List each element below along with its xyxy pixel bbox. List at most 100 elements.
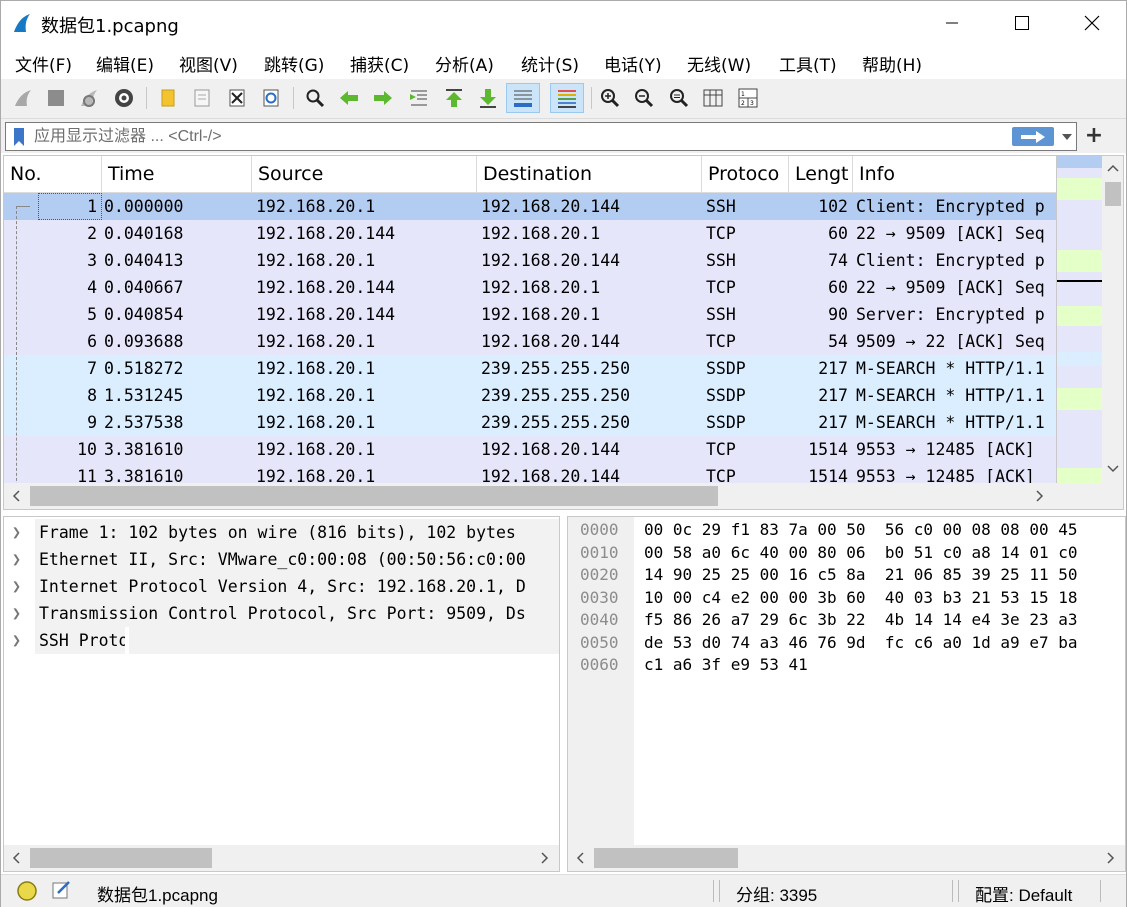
- menu-file[interactable]: 文件(F): [15, 51, 72, 76]
- wireshark-window: 数据包1.pcapng 文件(F) 编辑(E) 视图(V) 跳转(G) 捕获(C…: [0, 0, 1127, 907]
- packet-minimap[interactable]: [1056, 156, 1103, 483]
- maximize-button[interactable]: [987, 1, 1057, 45]
- normal-size-icon[interactable]: [664, 83, 694, 113]
- save-file-icon[interactable]: [187, 83, 217, 113]
- last-packet-icon[interactable]: [473, 83, 503, 113]
- restart-capture-icon[interactable]: [74, 83, 104, 113]
- cell-length: 1514: [808, 467, 848, 483]
- add-filter-button[interactable]: +: [1083, 122, 1105, 150]
- display-filter-input[interactable]: [34, 123, 994, 150]
- related-packets-tick: [16, 206, 30, 207]
- colorize-icon[interactable]: [550, 83, 584, 113]
- capture-options-icon[interactable]: [109, 83, 139, 113]
- zoom-in-icon[interactable]: [595, 83, 625, 113]
- expert-info-icon[interactable]: [16, 880, 38, 906]
- cell-no: 10: [77, 440, 97, 459]
- go-back-icon[interactable]: [334, 83, 364, 113]
- cell-no: 2: [87, 224, 97, 243]
- packet-row[interactable]: 7 0.518272 192.168.20.1 239.255.255.250 SSDP…: [4, 355, 1056, 382]
- go-forward-icon[interactable]: [368, 83, 398, 113]
- column-destination[interactable]: Destination: [477, 156, 702, 193]
- column-source[interactable]: Source: [252, 156, 477, 193]
- packet-list-hscroll[interactable]: [4, 483, 1123, 509]
- cell-time: 3.381610: [104, 440, 184, 459]
- menu-analyze[interactable]: 分析(A): [435, 51, 494, 76]
- menu-statistics[interactable]: 统计(S): [521, 51, 579, 76]
- cell-time: 0.518272: [104, 359, 184, 378]
- menu-wireless[interactable]: 无线(W): [687, 51, 751, 76]
- bookmark-icon[interactable]: [12, 127, 26, 151]
- packet-row[interactable]: 1 0.000000 192.168.20.1 192.168.20.144 SSH 10…: [4, 193, 1056, 220]
- detail-row-ip[interactable]: ❯ Internet Protocol Version 4, Src: 192.1…: [4, 573, 559, 600]
- cell-length: 102: [818, 197, 848, 216]
- packet-row[interactable]: 10 3.381610 192.168.20.1 192.168.20.144 TCP 1…: [4, 436, 1056, 463]
- cell-info: 9553 → 12485 [ACK]: [856, 440, 1035, 459]
- packet-rows: 1 0.000000 192.168.20.1 192.168.20.144 SSH 10…: [4, 193, 1056, 483]
- packet-row[interactable]: 5 0.040854 192.168.20.144 192.168.20.1 SSH 90…: [4, 301, 1056, 328]
- bytes-hscroll[interactable]: [568, 845, 1125, 871]
- apply-filter-button[interactable]: [1012, 127, 1054, 146]
- expand-arrow-icon[interactable]: ❯: [12, 519, 21, 546]
- packet-row[interactable]: 2 0.040168 192.168.20.144 192.168.20.1 TCP 60…: [4, 220, 1056, 247]
- layout-icon[interactable]: 1 23: [733, 83, 763, 113]
- menu-view[interactable]: 视图(V): [179, 51, 238, 76]
- menu-help[interactable]: 帮助(H): [862, 51, 922, 76]
- cell-protocol: SSDP: [706, 386, 746, 405]
- filter-history-dropdown[interactable]: [1058, 127, 1076, 146]
- auto-scroll-icon[interactable]: [506, 83, 540, 113]
- menu-tools[interactable]: 工具(T): [779, 51, 837, 76]
- column-no[interactable]: No.: [4, 156, 102, 193]
- cell-destination: 192.168.20.1: [481, 278, 601, 297]
- detail-row-frame[interactable]: ❯ Frame 1: 102 bytes on wire (816 bits), …: [4, 519, 559, 546]
- cell-info: 22 → 9509 [ACK] Seq: [856, 224, 1045, 243]
- reload-file-icon[interactable]: [256, 83, 286, 113]
- column-time[interactable]: Time: [102, 156, 252, 193]
- status-profile[interactable]: 配置: Default: [975, 881, 1072, 906]
- menu-capture[interactable]: 捕获(C): [350, 51, 409, 76]
- packet-row[interactable]: 3 0.040413 192.168.20.1 192.168.20.144 SSH 74…: [4, 247, 1056, 274]
- cell-source: 192.168.20.144: [256, 224, 396, 243]
- zoom-out-icon[interactable]: [629, 83, 659, 113]
- stop-capture-icon[interactable]: [41, 83, 71, 113]
- cell-protocol: SSDP: [706, 413, 746, 432]
- column-info[interactable]: Info: [853, 156, 1056, 193]
- go-to-packet-icon[interactable]: [404, 83, 434, 113]
- display-filter-bar: +: [1, 119, 1126, 153]
- cell-source: 192.168.20.1: [256, 251, 376, 270]
- expand-arrow-icon[interactable]: ❯: [12, 627, 21, 654]
- details-hscroll[interactable]: [4, 845, 559, 871]
- minimize-button[interactable]: [917, 1, 987, 45]
- cell-destination: 239.255.255.250: [481, 386, 631, 405]
- cell-protocol: TCP: [706, 440, 736, 459]
- packet-row[interactable]: 9 2.537538 192.168.20.1 239.255.255.250 SSDP…: [4, 409, 1056, 436]
- open-file-icon[interactable]: [153, 83, 183, 113]
- expand-arrow-icon[interactable]: ❯: [12, 546, 21, 573]
- expand-arrow-icon[interactable]: ❯: [12, 600, 21, 627]
- menu-edit[interactable]: 编辑(E): [96, 51, 154, 76]
- packet-list-vscroll[interactable]: [1102, 156, 1123, 483]
- column-length[interactable]: Lengt: [789, 156, 853, 193]
- resize-columns-icon[interactable]: [698, 83, 728, 113]
- expand-arrow-icon[interactable]: ❯: [12, 573, 21, 600]
- close-button[interactable]: [1057, 1, 1127, 45]
- cell-no: 6: [87, 332, 97, 351]
- cell-no: 4: [87, 278, 97, 297]
- packet-row[interactable]: 8 1.531245 192.168.20.1 239.255.255.250 SSDP…: [4, 382, 1056, 409]
- packet-row[interactable]: 11 3.381610 192.168.20.1 192.168.20.144 TCP 1…: [4, 463, 1056, 483]
- detail-row-ssh[interactable]: ❯SSH Protocol: [4, 627, 559, 654]
- packet-row[interactable]: 4 0.040667 192.168.20.144 192.168.20.1 TCP 60…: [4, 274, 1056, 301]
- column-protocol[interactable]: Protoco: [702, 156, 789, 193]
- start-capture-icon[interactable]: [8, 83, 38, 113]
- display-filter-box: [5, 122, 1077, 151]
- menu-telephony[interactable]: 电话(Y): [604, 51, 662, 76]
- capture-comment-icon[interactable]: [50, 879, 72, 905]
- find-packet-icon[interactable]: [300, 83, 330, 113]
- packet-row[interactable]: 6 0.093688 192.168.20.1 192.168.20.144 TCP 54…: [4, 328, 1056, 355]
- first-packet-icon[interactable]: [439, 83, 469, 113]
- close-file-icon[interactable]: [222, 83, 252, 113]
- cell-info: M-SEARCH * HTTP/1.1: [856, 359, 1045, 378]
- detail-row-ethernet[interactable]: ❯ Ethernet II, Src: VMware_c0:00:08 (00:5…: [4, 546, 559, 573]
- cell-info: 22 → 9509 [ACK] Seq: [856, 278, 1045, 297]
- menu-go[interactable]: 跳转(G): [264, 51, 324, 76]
- detail-row-tcp[interactable]: ❯ Transmission Control Protocol, Src Port…: [4, 600, 559, 627]
